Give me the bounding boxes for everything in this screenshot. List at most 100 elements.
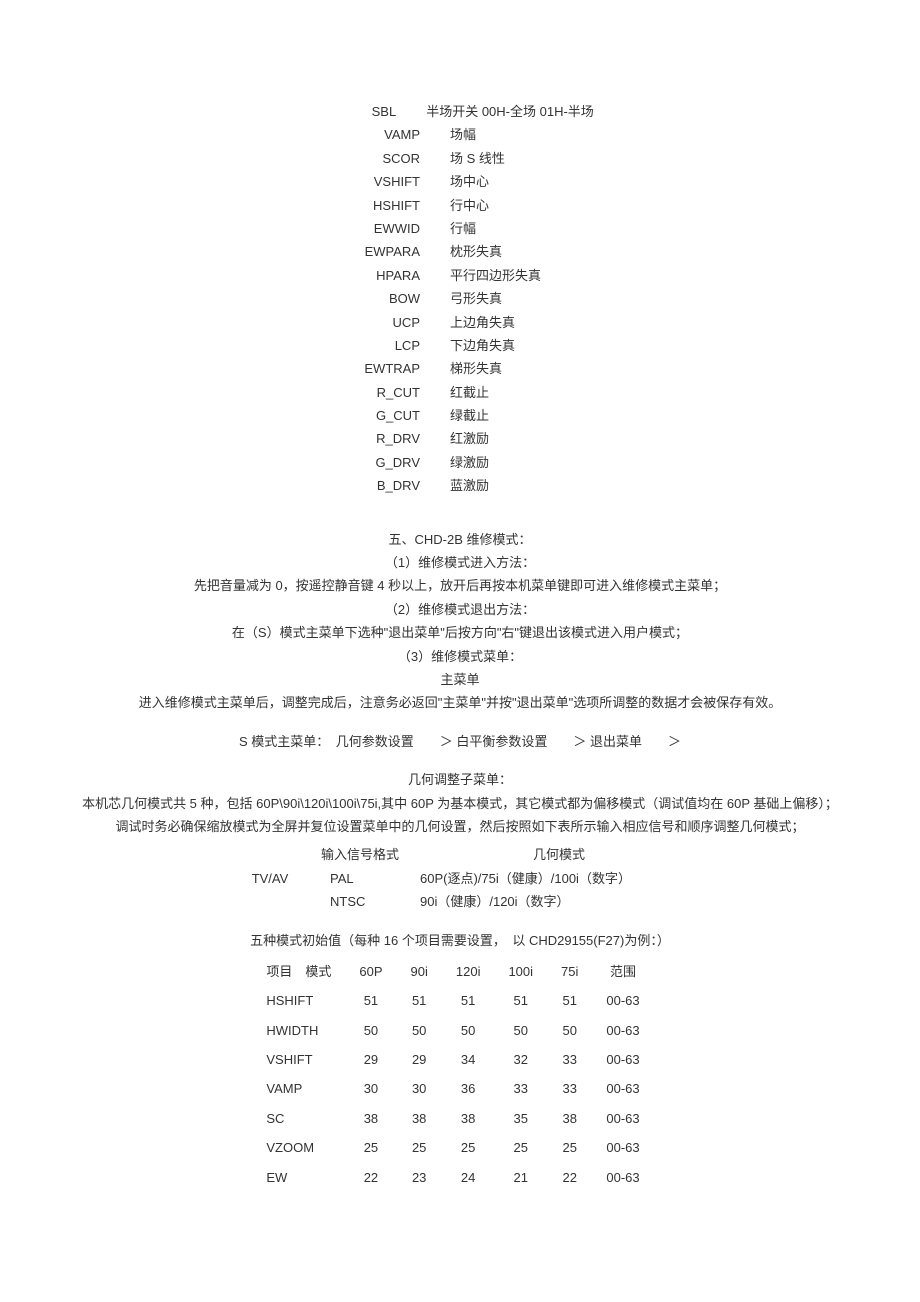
table-cell: 23 (397, 1163, 442, 1192)
param-row: G_DRV绿激励 (60, 451, 860, 474)
param-row: G_CUT 绿截止 (60, 404, 860, 427)
table-cell: 51 (442, 986, 495, 1015)
table-cell: 33 (547, 1045, 592, 1074)
param-key: VAMP (350, 123, 420, 146)
table-cell: 00-63 (592, 1133, 653, 1162)
table-cell: VZOOM (266, 1133, 345, 1162)
table-cell: 38 (397, 1104, 442, 1133)
param-value: 行幅 (450, 217, 570, 240)
table-cell: HWIDTH (266, 1016, 345, 1045)
table-cell: SC (266, 1104, 345, 1133)
section-5-1-title: （1）维修模式进入方法： (60, 551, 860, 574)
signal-table: 输入信号格式 几何模式 TV/AVPAL60P(逐点)/75i（健康）/100i… (60, 843, 860, 913)
section-5-2-title: （2）维修模式退出方法： (60, 598, 860, 621)
table-cell: 51 (494, 986, 547, 1015)
table-cell: 35 (494, 1104, 547, 1133)
param-value: 场中心 (450, 170, 570, 193)
table-header: 90i (397, 957, 442, 986)
param-key: EWTRAP (350, 357, 420, 380)
table-cell: 00-63 (592, 1045, 653, 1074)
param-value: 红截止 (450, 381, 570, 404)
param-value: 弓形失真 (450, 287, 570, 310)
param-key: EWPARA (350, 240, 420, 263)
signal-row: TV/AV PAL 60P(逐点)/75i（健康）/100i（数字） (60, 867, 860, 890)
table-header: 120i (442, 957, 495, 986)
table-row: VAMP303036333300-63 (266, 1074, 653, 1103)
param-row: HSHIFT 行中心 (60, 194, 860, 217)
table-cell: 50 (345, 1016, 396, 1045)
param-value: 平行四边形失真 (450, 264, 570, 287)
section-5-title: 五、CHD-2B 维修模式： (60, 528, 860, 551)
table-cell: 00-63 (592, 1074, 653, 1103)
table-cell: 00-63 (592, 1163, 653, 1192)
table-cell: 25 (494, 1133, 547, 1162)
table-cell: 25 (442, 1133, 495, 1162)
geometry-paragraph-2: 调试时务必确保缩放模式为全屏并复位设置菜单中的几何设置，然后按照如下表所示输入相… (60, 815, 860, 838)
table-cell: 29 (397, 1045, 442, 1074)
s-mode-main-menu: S 模式主菜单： 几何参数设置 ＞ 白平衡参数设置 ＞ 退出菜单 ＞ (60, 730, 860, 753)
parameter-list: SBL半场开关 00H-全场 01H-半场VAMP场幅SCOR场 S 线性VSH… (60, 100, 860, 498)
table-cell: 50 (494, 1016, 547, 1045)
table-cell: EW (266, 1163, 345, 1192)
init-values-title: 五种模式初始值（每种 16 个项目需要设置， 以 CHD29155(F27)为例… (60, 929, 860, 952)
table-cell: 00-63 (592, 1104, 653, 1133)
param-row: VAMP 场幅 (60, 123, 860, 146)
table-cell: 33 (494, 1074, 547, 1103)
param-value: 绿截止 (450, 404, 570, 427)
section-5-3-title: （3）维修模式菜单： (60, 645, 860, 668)
main-menu-note: 进入维修模式主菜单后，调整完成后，注意务必返回"主菜单"并按"退出菜单"选项所调… (60, 691, 860, 714)
table-cell: 21 (494, 1163, 547, 1192)
table-cell: 32 (494, 1045, 547, 1074)
param-key: R_DRV (350, 427, 420, 450)
table-cell: 50 (397, 1016, 442, 1045)
signal-cell: TV/AV (240, 867, 300, 890)
signal-cell: 60P(逐点)/75i（健康）/100i（数字） (420, 867, 680, 890)
param-key: UCP (350, 311, 420, 334)
table-cell: 34 (442, 1045, 495, 1074)
param-key: G_DRV (350, 451, 420, 474)
param-key: EWWID (350, 217, 420, 240)
table-cell: 22 (345, 1163, 396, 1192)
param-row: EWWID 行幅 (60, 217, 860, 240)
table-header: 项目 模式 (266, 957, 345, 986)
param-key: LCP (350, 334, 420, 357)
param-row: EWTRAP梯形失真 (60, 357, 860, 380)
param-key: BOW (350, 287, 420, 310)
table-header: 100i (494, 957, 547, 986)
table-cell: 51 (345, 986, 396, 1015)
signal-cell: PAL (330, 867, 390, 890)
param-value: 红激励 (450, 427, 570, 450)
table-cell: 29 (345, 1045, 396, 1074)
table-row: VSHIFT292934323300-63 (266, 1045, 653, 1074)
param-value: 枕形失真 (450, 240, 570, 263)
table-cell: 38 (345, 1104, 396, 1133)
table-row: EW222324212200-63 (266, 1163, 653, 1192)
main-menu-label: 主菜单 (60, 668, 860, 691)
table-header: 60P (345, 957, 396, 986)
table-cell: 00-63 (592, 986, 653, 1015)
table-cell: 00-63 (592, 1016, 653, 1045)
param-row: UCP上边角失真 (60, 311, 860, 334)
table-cell: 25 (397, 1133, 442, 1162)
table-cell: 30 (345, 1074, 396, 1103)
geometry-submenu-title: 几何调整子菜单： (60, 768, 860, 791)
param-value: 行中心 (450, 194, 570, 217)
table-cell: VAMP (266, 1074, 345, 1103)
geometry-paragraph-1: 本机芯几何模式共 5 种，包括 60P\90i\120i\100i\75i,其中… (60, 792, 860, 815)
param-key: HPARA (350, 264, 420, 287)
table-row: SC383838353800-63 (266, 1104, 653, 1133)
param-key: G_CUT (350, 404, 420, 427)
table-cell: 38 (442, 1104, 495, 1133)
signal-header-right: 几何模式 (429, 843, 689, 866)
table-header: 75i (547, 957, 592, 986)
param-key: HSHIFT (350, 194, 420, 217)
table-row: VZOOM252525252500-63 (266, 1133, 653, 1162)
param-value: 场幅 (450, 123, 570, 146)
param-row: LCP下边角失真 (60, 334, 860, 357)
table-row: HSHIFT515151515100-63 (266, 986, 653, 1015)
table-cell: HSHIFT (266, 986, 345, 1015)
param-value: 场 S 线性 (450, 147, 570, 170)
table-cell: 30 (397, 1074, 442, 1103)
table-cell: 25 (345, 1133, 396, 1162)
section-5-2-body: 在（S）模式主菜单下选种"退出菜单"后按方向"右"键退出该模式进入用户模式； (60, 621, 860, 644)
